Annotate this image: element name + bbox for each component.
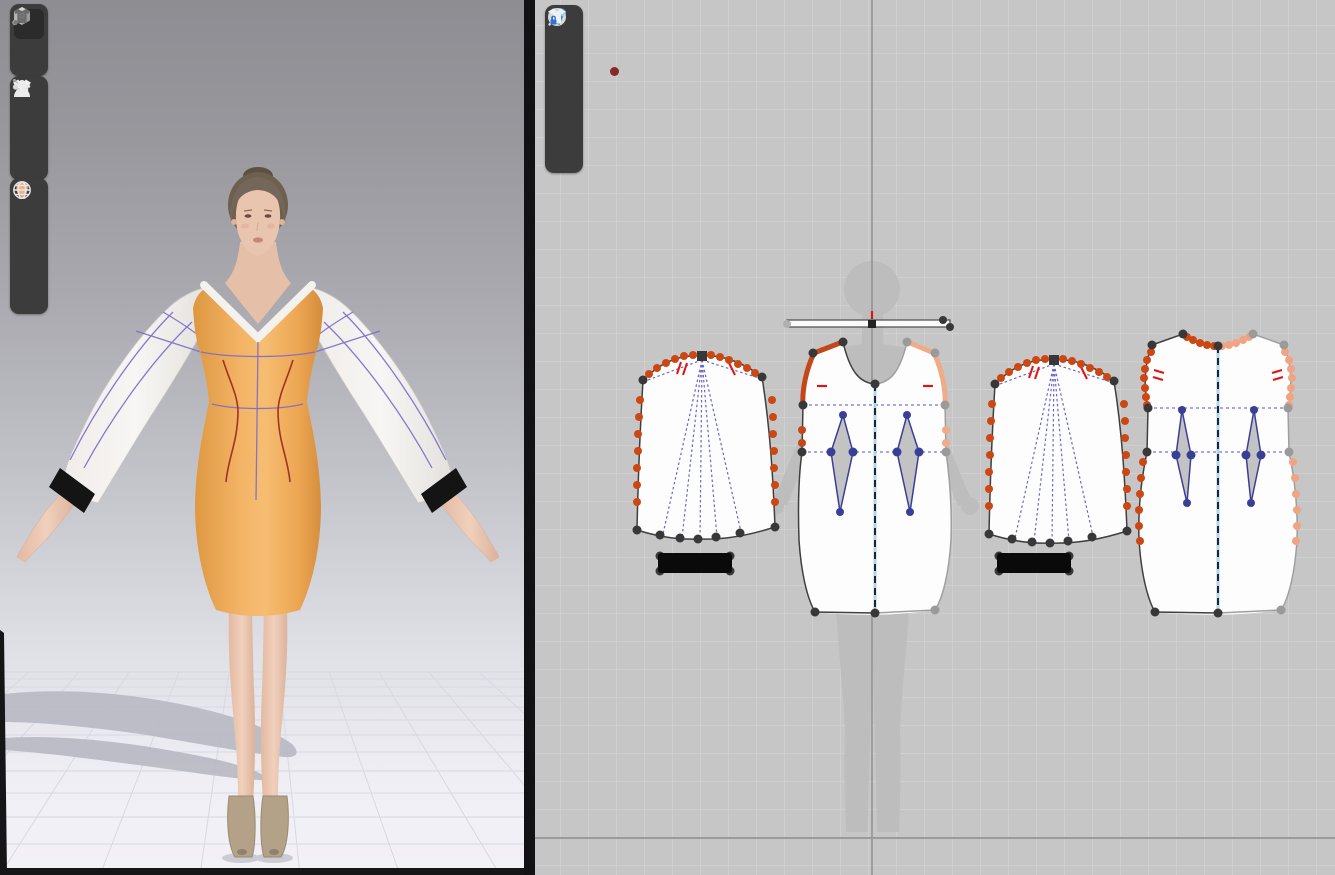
toolbar-3d-group-material xyxy=(10,178,48,314)
fabric-front-icon[interactable] xyxy=(549,106,579,136)
toolbar-2d: i xyxy=(545,5,583,173)
garment-fitting-icon[interactable] xyxy=(14,113,44,143)
avatar-skin-icon[interactable] xyxy=(14,247,44,277)
garment-3d-dim-icon[interactable] xyxy=(14,41,44,71)
pattern-cuff-right[interactable] xyxy=(995,552,1074,576)
avatar-head xyxy=(228,167,288,256)
pattern-marker-dot[interactable] xyxy=(610,67,619,76)
pattern-back-bodice[interactable] xyxy=(1135,330,1301,618)
show-avatar-icon[interactable] xyxy=(14,145,44,175)
show-garment-icon[interactable] xyxy=(549,42,579,72)
3d-scene xyxy=(0,0,524,875)
3d-viewport[interactable] xyxy=(0,0,524,875)
2d-pattern-viewport[interactable]: i xyxy=(535,0,1335,875)
2d-scene xyxy=(535,0,1335,875)
toolbar-3d-group-view xyxy=(10,4,48,76)
pattern-info-icon[interactable]: i xyxy=(549,74,579,104)
lock-pattern-icon[interactable] xyxy=(549,138,579,168)
shoes xyxy=(228,796,289,857)
bottom-edge xyxy=(0,868,524,875)
pattern-sleeve-right[interactable] xyxy=(985,355,1132,548)
app-window: i xyxy=(0,0,1335,875)
panel-divider[interactable] xyxy=(524,0,535,875)
toolbar-3d-group-show xyxy=(10,76,48,180)
fabric-back-icon[interactable] xyxy=(14,215,44,245)
pattern-sleeve-left[interactable] xyxy=(633,351,780,544)
pattern-cuff-left[interactable] xyxy=(656,552,735,576)
globe-grid-icon[interactable] xyxy=(14,279,44,309)
